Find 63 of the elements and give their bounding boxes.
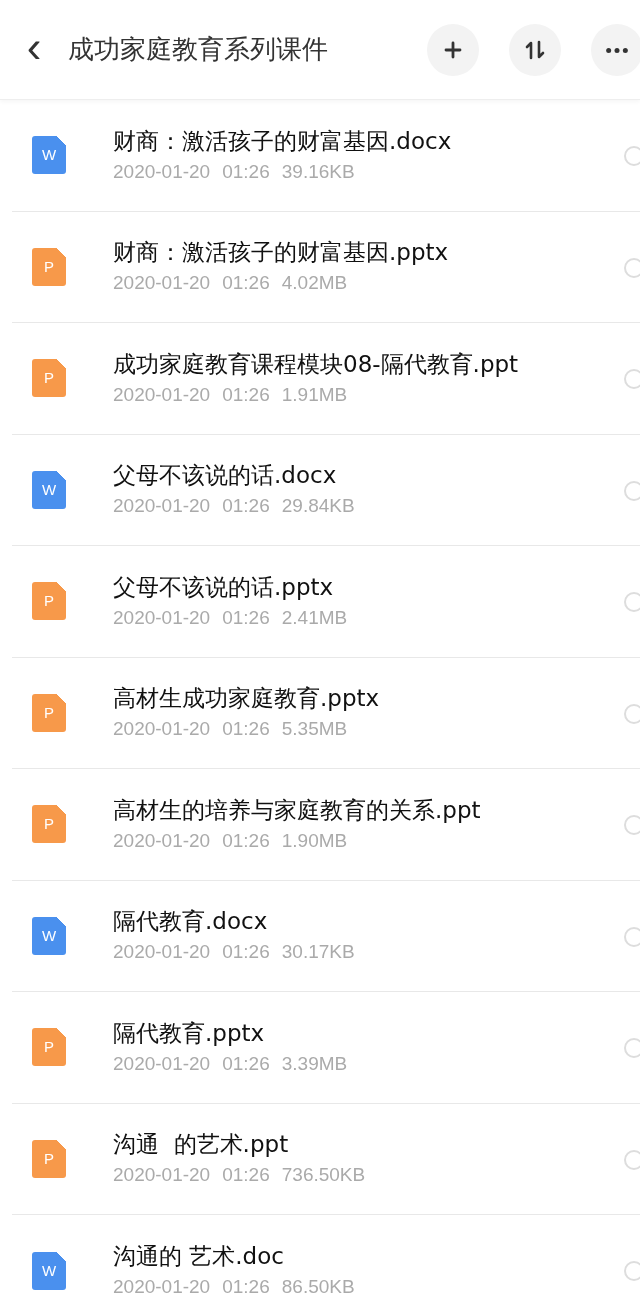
file-date: 2020-01-20	[113, 605, 211, 630]
presentation-icon: P	[32, 582, 66, 621]
file-size: 2.41MB	[281, 605, 348, 630]
file-name: 高材生的培养与家庭教育的关系.ppt	[113, 795, 481, 825]
file-size: 4.02MB	[281, 271, 348, 296]
file-time: 01:26	[222, 1163, 270, 1188]
file-size: 29.84KB	[281, 494, 355, 519]
file-size: 5.35MB	[281, 717, 348, 742]
file-date: 2020-01-20	[113, 382, 211, 407]
file-name: 父母不该说的话.docx	[113, 461, 338, 491]
file-name: 成功家庭教育课程模块08-隔代教育.ppt	[113, 349, 519, 379]
file-time: 01:26	[222, 605, 270, 630]
file-time: 01:26	[222, 494, 270, 519]
file-name: 隔代教育.docx	[113, 907, 269, 937]
file-time: 01:26	[222, 1275, 270, 1300]
add-button[interactable]	[427, 24, 479, 76]
file-date: 2020-01-20	[113, 1051, 211, 1076]
file-name: 沟通 的艺术.ppt	[113, 1130, 290, 1160]
file-name: 沟通的 艺术.doc	[113, 1242, 285, 1272]
file-name: 隔代教育.pptx	[113, 1018, 266, 1048]
presentation-icon: P	[32, 805, 66, 844]
file-size: 86.50KB	[281, 1275, 355, 1300]
back-button[interactable]: ‹	[20, 24, 48, 75]
file-name: 财商：激活孩子的财富基因.pptx	[113, 238, 449, 268]
presentation-icon: P	[32, 1139, 66, 1178]
file-time: 01:26	[222, 828, 270, 853]
file-name: 高材生成功家庭教育.pptx	[113, 684, 380, 714]
file-size: 30.17KB	[281, 940, 355, 965]
presentation-icon: P	[32, 693, 66, 732]
file-size: 1.91MB	[281, 382, 348, 407]
file-name: 父母不该说的话.pptx	[113, 572, 335, 602]
file-date: 2020-01-20	[113, 717, 211, 742]
file-date: 2020-01-20	[113, 271, 211, 296]
file-date: 2020-01-20	[113, 828, 211, 853]
file-size: 736.50KB	[281, 1163, 366, 1188]
document-icon: W	[32, 916, 66, 955]
presentation-icon: P	[32, 359, 66, 398]
page-title: 成功家庭教育系列课件	[68, 33, 328, 66]
sort-button[interactable]	[509, 24, 561, 76]
presentation-icon: P	[32, 1028, 66, 1067]
file-date: 2020-01-20	[113, 940, 211, 965]
file-date: 2020-01-20	[113, 1163, 211, 1188]
file-size: 1.90MB	[281, 828, 348, 853]
file-date: 2020-01-20	[113, 1275, 211, 1300]
document-icon: W	[32, 136, 66, 175]
add-icon	[442, 39, 464, 61]
file-time: 01:26	[222, 717, 270, 742]
file-time: 01:26	[222, 271, 270, 296]
file-size: 3.39MB	[281, 1051, 348, 1076]
file-size: 39.16KB	[281, 159, 355, 184]
document-icon: W	[32, 1251, 66, 1290]
file-time: 01:26	[222, 159, 270, 184]
file-date: 2020-01-20	[113, 494, 211, 519]
presentation-icon: P	[32, 247, 66, 286]
file-date: 2020-01-20	[113, 159, 211, 184]
file-name: 财商：激活孩子的财富基因.docx	[113, 126, 452, 156]
file-time: 01:26	[222, 940, 270, 965]
sort-icon	[524, 39, 546, 61]
file-time: 01:26	[222, 1051, 270, 1076]
file-time: 01:26	[222, 382, 270, 407]
document-icon: W	[32, 470, 66, 509]
more-button[interactable]	[591, 24, 640, 76]
more-icon	[606, 47, 628, 53]
